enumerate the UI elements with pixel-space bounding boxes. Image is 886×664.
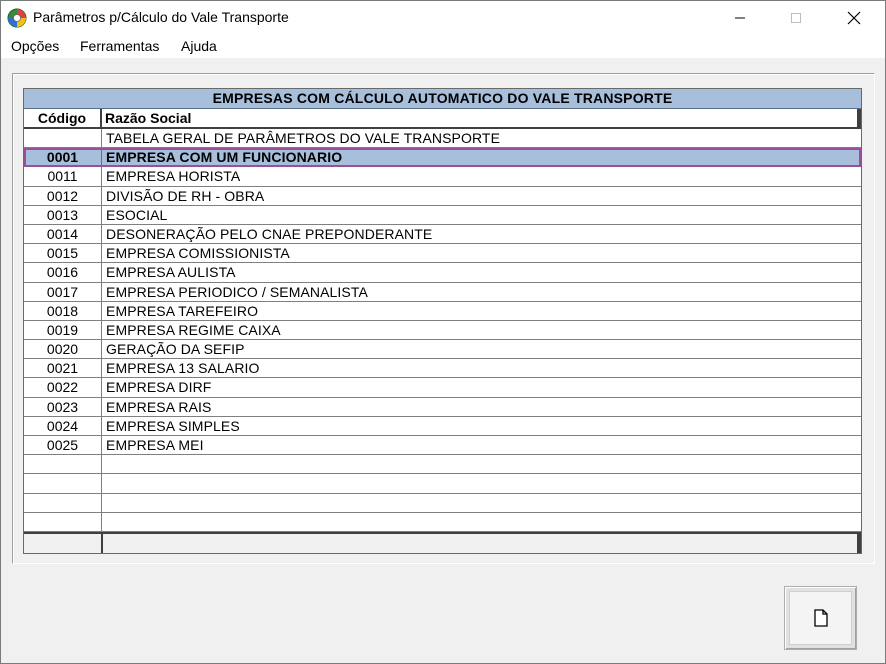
empty-table-row[interactable] [24, 455, 861, 475]
cell-code: 0021 [24, 359, 102, 378]
cell-razao-social: EMPRESA COMISSIONISTA [106, 245, 290, 262]
cell-code [24, 493, 102, 512]
menu-ajuda[interactable]: Ajuda [181, 38, 217, 54]
companies-grid[interactable]: EMPRESAS COM CÁLCULO AUTOMATICO DO VALE … [23, 88, 862, 554]
new-record-button[interactable] [784, 586, 857, 650]
cell-razao-social: EMPRESA TAREFEIRO [106, 302, 259, 319]
cell-razao-social: EMPRESA HORISTA [106, 168, 241, 185]
cell-code: 0025 [24, 436, 102, 455]
table-row[interactable]: 0024 EMPRESA SIMPLES [24, 416, 861, 436]
main-window: Parâmetros p/Cálculo do Vale Transporte … [0, 0, 886, 664]
cell-razao-social: EMPRESA SIMPLES [106, 417, 240, 434]
cell-code: 0022 [24, 378, 102, 397]
cell-razao-social: TABELA GERAL DE PARÂMETROS DO VALE TRANS… [106, 130, 501, 146]
cell-razao-social: EMPRESA MEI [106, 437, 204, 453]
maximize-icon [791, 12, 801, 23]
close-icon [847, 11, 861, 24]
cell-razao-social: EMPRESA 13 SALARIO [106, 360, 260, 377]
cell-code [24, 512, 102, 531]
table-row[interactable]: 0019 EMPRESA REGIME CAIXA [24, 320, 861, 341]
app-globe-icon [7, 8, 27, 28]
table-row[interactable]: 0020 GERAÇÃO DA SEFIP [24, 340, 861, 360]
menu-bar: Opções Ferramentas Ajuda [1, 34, 885, 58]
menu-ferramentas[interactable]: Ferramentas [80, 38, 159, 54]
cell-code: 0011 [24, 167, 102, 186]
minimize-icon [735, 17, 745, 18]
window-title: Parâmetros p/Cálculo do Vale Transporte [33, 9, 289, 25]
table-row[interactable]: TABELA GERAL DE PARÂMETROS DO VALE TRANS… [24, 129, 861, 149]
column-header-code[interactable]: Código [24, 109, 102, 127]
cell-razao-social: EMPRESA REGIME CAIXA [106, 321, 281, 338]
cell-razao-social: DESONERAÇÃO PELO CNAE PREPONDERANTE [106, 225, 433, 242]
table-row[interactable]: 0018 EMPRESA TAREFEIRO [24, 301, 861, 321]
header-right-edge [857, 109, 861, 127]
cell-code: 0016 [24, 263, 102, 282]
cell-code: 0001 [24, 148, 102, 167]
table-row[interactable]: 0016 EMPRESA AULISTA [24, 263, 861, 283]
minimize-button[interactable] [717, 1, 763, 34]
cell-code: 0017 [24, 282, 102, 301]
table-row[interactable]: 0025 EMPRESA MEI [24, 436, 861, 456]
cell-razao-social: EMPRESA DIRF [106, 379, 212, 396]
grid-header: Código Razão Social [24, 109, 861, 129]
table-row[interactable]: 0015 EMPRESA COMISSIONISTA [24, 244, 861, 264]
footer-right-edge [857, 534, 861, 553]
footer-divider [101, 534, 103, 553]
table-row[interactable]: 0021 EMPRESA 13 SALARIO [24, 359, 861, 379]
table-row[interactable]: 0011 EMPRESA HORISTA [24, 167, 861, 187]
empty-table-row[interactable] [24, 474, 861, 494]
cell-code: 0018 [24, 301, 102, 320]
grid-rows: TABELA GERAL DE PARÂMETROS DO VALE TRANS… [24, 129, 861, 532]
column-header-name[interactable]: Razão Social [105, 109, 191, 127]
new-document-icon [813, 609, 828, 627]
cell-razao-social: EMPRESA RAIS [106, 398, 212, 415]
cell-razao-social: ESOCIAL [106, 206, 168, 223]
cell-razao-social: EMPRESA COM UM FUNCIONARIO [106, 149, 343, 166]
cell-razao-social: EMPRESA AULISTA [106, 264, 236, 281]
cell-code: 0013 [24, 205, 102, 224]
table-row[interactable]: 0001 EMPRESA COM UM FUNCIONARIO [24, 148, 861, 168]
cell-razao-social: EMPRESA PERIODICO / SEMANALISTA [106, 283, 368, 300]
table-row[interactable]: 0014 DESONERAÇÃO PELO CNAE PREPONDERANTE [24, 224, 861, 245]
title-bar[interactable]: Parâmetros p/Cálculo do Vale Transporte [1, 1, 885, 34]
menu-opcoes[interactable]: Opções [11, 38, 59, 54]
cell-code [24, 129, 102, 148]
empty-table-row[interactable] [24, 512, 861, 532]
grid-caption: EMPRESAS COM CÁLCULO AUTOMATICO DO VALE … [24, 89, 861, 109]
cell-code: 0020 [24, 340, 102, 359]
cell-razao-social: DIVISÃO DE RH - OBRA [106, 187, 265, 204]
table-row[interactable]: 0012 DIVISÃO DE RH - OBRA [24, 186, 861, 206]
cell-razao-social: GERAÇÃO DA SEFIP [106, 341, 245, 358]
table-row[interactable]: 0022 EMPRESA DIRF [24, 378, 861, 398]
new-record-button-face [789, 591, 852, 645]
cell-code: 0014 [24, 224, 102, 244]
cell-code: 0012 [24, 186, 102, 205]
cell-code: 0024 [24, 416, 102, 435]
table-row[interactable]: 0023 EMPRESA RAIS [24, 397, 861, 417]
table-row[interactable]: 0013 ESOCIAL [24, 205, 861, 225]
grid-footer [24, 532, 861, 553]
cell-code: 0019 [24, 320, 102, 340]
close-button[interactable] [831, 1, 877, 34]
cell-code [24, 455, 102, 474]
cell-code: 0015 [24, 244, 102, 263]
table-row[interactable]: 0017 EMPRESA PERIODICO / SEMANALISTA [24, 282, 861, 302]
cell-code [24, 474, 102, 493]
empty-table-row[interactable] [24, 493, 861, 513]
cell-code: 0023 [24, 397, 102, 416]
maximize-button[interactable] [773, 1, 819, 34]
